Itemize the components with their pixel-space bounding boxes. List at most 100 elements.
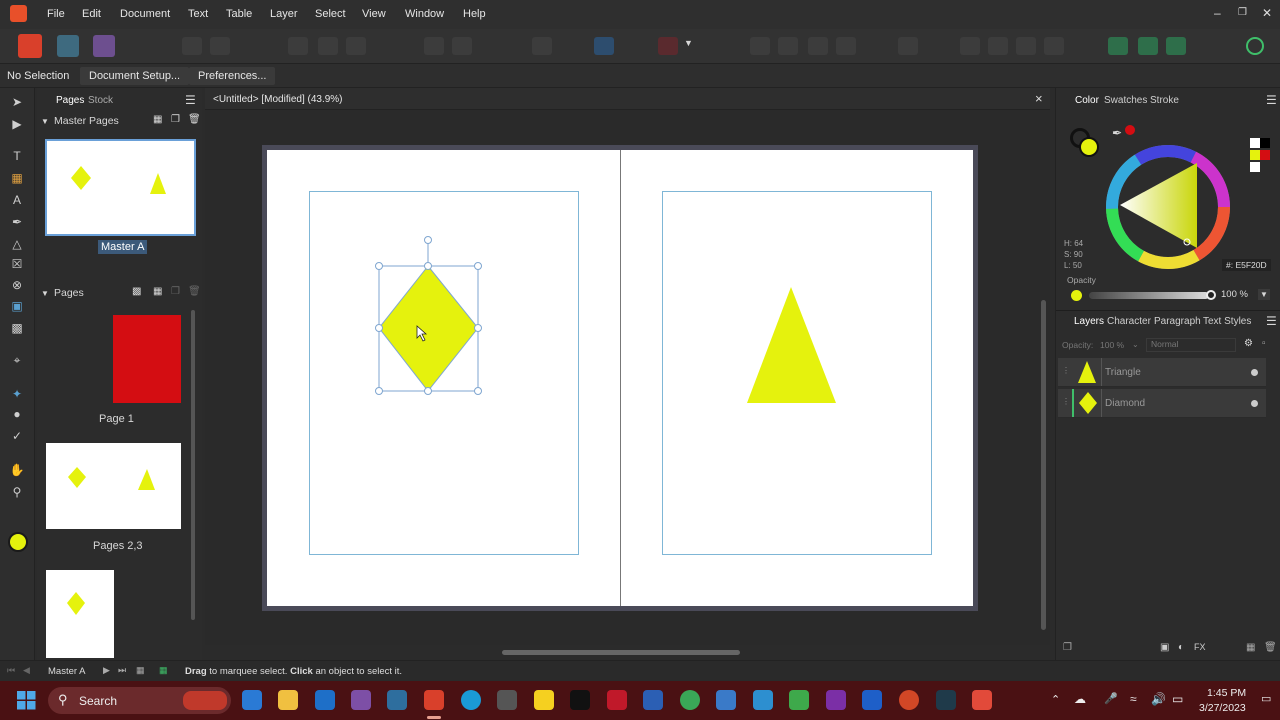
snapping-magnet-icon[interactable] — [658, 37, 678, 55]
toolbar-button-3[interactable] — [288, 37, 308, 55]
swatch-yellow[interactable] — [1250, 150, 1260, 160]
blend-mode-select[interactable]: Normal — [1146, 338, 1236, 352]
preferences-button[interactable]: Preferences... — [189, 67, 276, 85]
add-layer-icon[interactable]: ▦ — [1246, 642, 1255, 653]
fill-tool-icon[interactable]: ✦ — [9, 386, 25, 402]
volume-icon[interactable]: 🔊 — [1151, 692, 1166, 706]
tab-color[interactable]: Color — [1075, 95, 1099, 106]
wifi-icon[interactable]: ≈ — [1130, 692, 1137, 706]
layer-row-diamond[interactable]: ⋮ Diamond — [1058, 389, 1266, 418]
android-icon[interactable] — [789, 690, 809, 710]
affinity-photo-icon[interactable] — [351, 690, 371, 710]
prev-page-icon[interactable]: ◀ — [23, 665, 30, 676]
horizontal-scrollbar[interactable] — [502, 650, 740, 655]
shape-tool-icon[interactable]: △ — [9, 236, 25, 252]
add-pages-icon[interactable]: ▦ — [159, 665, 168, 676]
pen-tool-icon[interactable]: ✒ — [9, 214, 25, 230]
text-frame-tool-icon[interactable]: T — [9, 148, 25, 164]
chrome-icon[interactable] — [680, 690, 700, 710]
swatch-white-2[interactable] — [1250, 162, 1260, 172]
master-collapse-icon[interactable]: ▼ — [41, 117, 49, 126]
zoom-tool-icon[interactable]: ⚲ — [9, 484, 25, 500]
menu-select[interactable]: Select — [315, 8, 346, 20]
photo-persona-icon[interactable] — [93, 35, 115, 57]
tab-text-styles[interactable]: Text Styles — [1203, 316, 1251, 327]
layer-visibility-dot[interactable] — [1251, 400, 1258, 407]
document-tab[interactable]: <Untitled> [Modified] (43.9%) × — [205, 88, 1050, 110]
layer-opacity-value[interactable]: 100 % — [1100, 340, 1124, 350]
taskbar-app-1-icon[interactable] — [242, 690, 262, 710]
microphone-icon[interactable]: 🎤 — [1104, 692, 1118, 705]
swatch-red[interactable] — [1260, 150, 1270, 160]
magnifier-icon[interactable] — [716, 690, 736, 710]
layer-row-triangle[interactable]: ⋮ Triangle — [1058, 358, 1266, 387]
toolbar-button-12[interactable] — [836, 37, 856, 55]
toolbar-button-6[interactable] — [424, 37, 444, 55]
menu-view[interactable]: View — [362, 8, 386, 20]
mask-layer-icon[interactable]: ▣ — [1160, 642, 1169, 653]
last-page-icon[interactable]: ⏭ — [118, 665, 126, 676]
crop-tool-icon[interactable]: ⌖ — [9, 352, 25, 368]
transparency-tool-icon[interactable]: ● — [9, 406, 25, 422]
minimize-icon[interactable]: – — [1214, 6, 1221, 20]
file-explorer-icon[interactable] — [278, 690, 298, 710]
current-page-name[interactable]: Master A — [48, 666, 86, 677]
edge-icon[interactable] — [461, 690, 481, 710]
maximize-icon[interactable]: ❐ — [1238, 7, 1247, 18]
toolbar-button-11[interactable] — [808, 37, 828, 55]
ellipse-frame-tool-icon[interactable]: ⊗ — [9, 277, 25, 293]
document-canvas[interactable] — [205, 110, 1050, 655]
tab-pages[interactable]: Pages — [56, 95, 84, 106]
toolbar-button-7[interactable] — [452, 37, 472, 55]
artistic-text-tool-icon[interactable]: A — [9, 192, 25, 208]
terminal-icon[interactable] — [936, 690, 956, 710]
document-setup-button[interactable]: Document Setup... — [80, 67, 190, 85]
fill-color-swatch[interactable] — [8, 532, 28, 552]
toolbar-button-9[interactable] — [750, 37, 770, 55]
recent-color-red[interactable] — [1125, 125, 1135, 135]
clock-date[interactable]: 3/27/2023 — [1199, 702, 1246, 714]
vertical-scrollbar[interactable] — [1041, 300, 1046, 630]
menu-document[interactable]: Document — [120, 8, 170, 20]
tab-paragraph[interactable]: Paragraph — [1154, 316, 1201, 327]
affinity-designer-icon[interactable] — [387, 690, 407, 710]
layers-panel-menu-icon[interactable]: ☰ — [1266, 314, 1277, 328]
menu-window[interactable]: Window — [405, 8, 444, 20]
text-frame-icon[interactable] — [594, 37, 614, 55]
powerpoint-icon[interactable] — [899, 690, 919, 710]
start-icon[interactable] — [17, 691, 36, 710]
add-master-icon[interactable]: ▦ — [153, 114, 162, 125]
menu-text[interactable]: Text — [188, 8, 208, 20]
capcut-icon[interactable] — [570, 690, 590, 710]
menu-table[interactable]: Table — [226, 8, 252, 20]
eyedropper-icon[interactable]: ✒ — [1112, 126, 1122, 140]
swatch-white[interactable] — [1250, 138, 1260, 148]
tab-stock[interactable]: Stock — [88, 95, 113, 106]
pages-collapse-icon[interactable]: ▼ — [41, 289, 49, 298]
insert-page-icon[interactable]: ▩ — [132, 286, 141, 297]
clock-time[interactable]: 1:45 PM — [1207, 687, 1246, 699]
affinity-publisher-icon[interactable] — [424, 690, 444, 710]
snagit-icon[interactable] — [972, 690, 992, 710]
panel-menu-icon[interactable]: ☰ — [185, 93, 196, 107]
boolean-subtract-icon[interactable] — [1138, 37, 1158, 55]
settings-gear-icon[interactable] — [210, 37, 230, 55]
master-a-thumbnail[interactable] — [45, 139, 196, 236]
image-tool-icon[interactable]: ▩ — [9, 320, 25, 336]
taskbar-app-blue-icon[interactable] — [862, 690, 882, 710]
delete-page-icon[interactable]: 🗑 — [188, 286, 201, 297]
hand-tool-icon[interactable]: ✋ — [9, 462, 25, 478]
move-tool-icon[interactable]: ➤ — [9, 94, 25, 110]
fx-layer-icon[interactable]: FX — [1194, 642, 1206, 652]
adjustment-layer-icon[interactable]: ◐ — [1178, 642, 1184, 653]
tab-character[interactable]: Character — [1107, 316, 1151, 327]
duplicate-master-icon[interactable]: ❐ — [171, 114, 180, 125]
calculator-icon[interactable] — [497, 690, 517, 710]
page-1-thumbnail[interactable] — [113, 315, 181, 403]
place-image-tool-icon[interactable]: ▣ — [9, 298, 25, 314]
node-tool-icon[interactable]: ▶ — [9, 116, 25, 132]
menu-file[interactable]: File — [47, 8, 65, 20]
boolean-intersect-icon[interactable] — [1166, 37, 1186, 55]
delete-master-icon[interactable]: 🗑 — [188, 114, 201, 125]
menu-edit[interactable]: Edit — [82, 8, 101, 20]
